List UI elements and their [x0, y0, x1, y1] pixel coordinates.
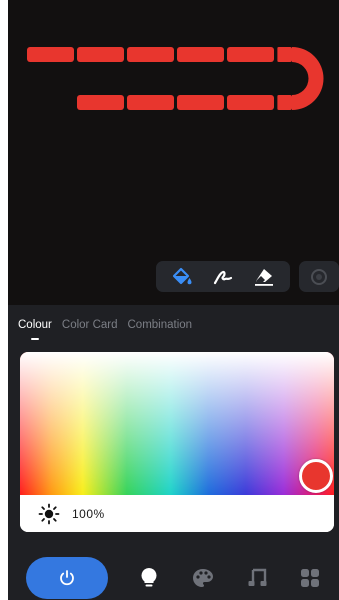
eraser-icon [254, 268, 273, 286]
brightness-value: 100% [72, 506, 105, 521]
nav-item-music[interactable] [245, 566, 269, 590]
power-icon [60, 570, 74, 586]
bulb-icon [141, 568, 157, 587]
scenes-grid-icon [301, 569, 319, 587]
strip-segment [77, 47, 124, 62]
nav-item-light[interactable] [137, 566, 161, 590]
strip-segment [292, 47, 324, 110]
power-button[interactable] [26, 557, 108, 599]
strip-segment [177, 47, 224, 62]
extra-tool-button[interactable] [299, 261, 339, 292]
strip-canvas[interactable] [8, 0, 339, 305]
strip-segment [127, 95, 174, 110]
strip-segment [277, 95, 292, 110]
color-mode-tabs: Colour Color Card Combination [18, 319, 192, 331]
strip-segment [77, 95, 124, 110]
nav-item-scenes[interactable] [298, 566, 322, 590]
circle-tool-icon [311, 268, 327, 285]
sun-icon [38, 503, 60, 525]
app-screen: Colour Color Card Combination 100% [8, 0, 339, 600]
paint-bucket-icon [173, 267, 192, 284]
tab-combination[interactable]: Combination [128, 319, 193, 331]
led-strip[interactable] [8, 0, 339, 130]
brush-tool[interactable] [209, 263, 237, 291]
strip-segment [227, 47, 274, 62]
color-picker-thumb[interactable] [299, 459, 333, 493]
tab-colour[interactable]: Colour [18, 319, 52, 331]
strip-segment [227, 95, 274, 110]
strip-segment [177, 95, 224, 110]
brightness-bar[interactable]: 100% [20, 495, 334, 532]
music-icon [248, 568, 267, 586]
eraser-tool[interactable] [250, 263, 278, 291]
tab-color-card[interactable]: Color Card [62, 319, 118, 331]
paint-bucket-tool[interactable] [168, 263, 196, 291]
brush-icon [213, 270, 233, 284]
strip-segment [127, 47, 174, 62]
color-spectrum[interactable] [20, 352, 334, 495]
color-picker: 100% [20, 352, 334, 532]
drawing-toolbar [156, 261, 290, 292]
strip-segment [27, 47, 74, 62]
palette-icon [193, 569, 213, 587]
nav-item-palette[interactable] [191, 566, 215, 590]
bottom-nav [8, 551, 339, 600]
color-panel: Colour Color Card Combination 100% [8, 305, 339, 600]
strip-segment [277, 47, 292, 62]
